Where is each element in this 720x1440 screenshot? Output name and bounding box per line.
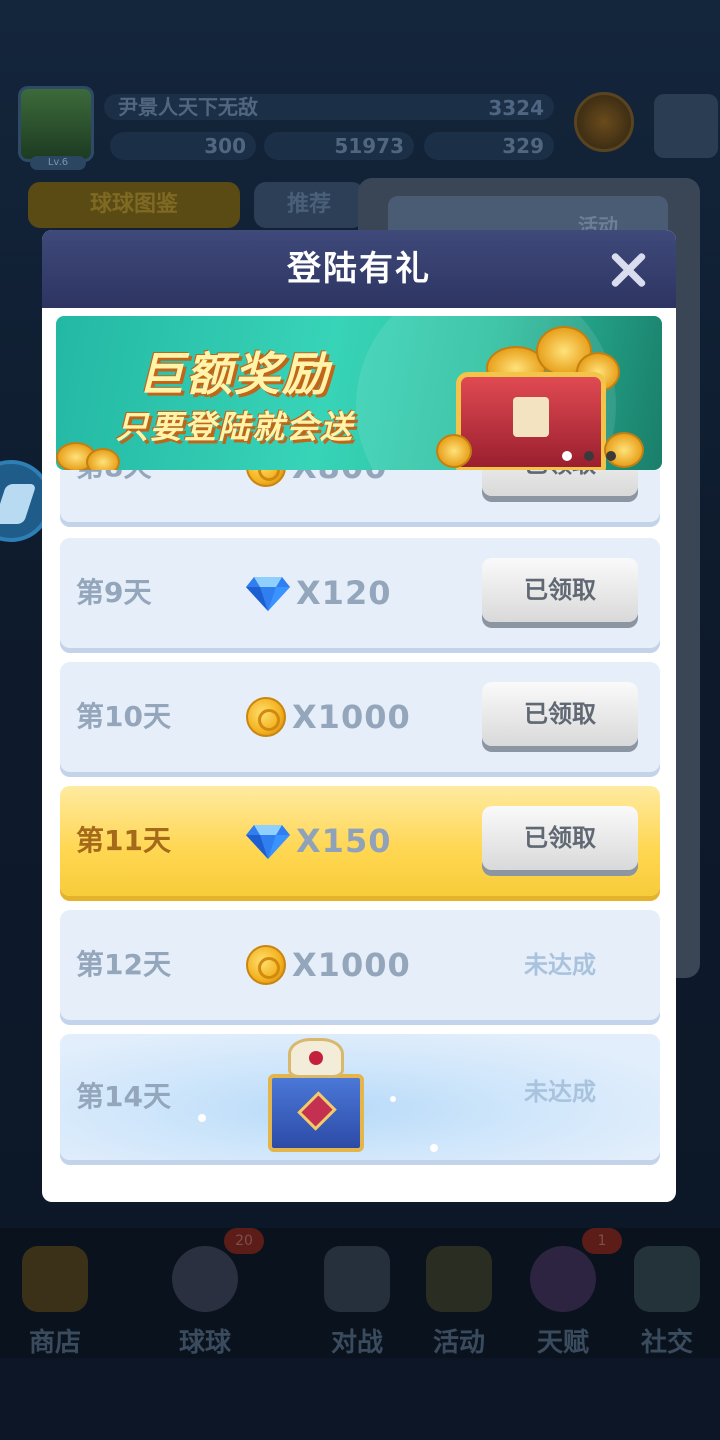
sparkle-icon — [430, 1144, 438, 1152]
claimed-button[interactable]: 已领取 — [482, 806, 638, 870]
sparkle-icon — [390, 1096, 396, 1102]
nav-label: 商店 — [28, 1328, 81, 1358]
nav-label: 天赋 — [536, 1328, 589, 1358]
player-name: 尹景人天下无敌 — [104, 94, 554, 120]
modal-title: 登陆有礼 — [287, 249, 431, 289]
resource-gems: 329 — [424, 132, 554, 160]
bg-pill-right: 推荐 — [254, 182, 364, 228]
status-not-reached: 未达成 — [524, 1078, 596, 1106]
day-label: 第11天 — [76, 824, 171, 857]
social-icon — [634, 1246, 700, 1312]
nav-talent: 1 天赋 — [508, 1228, 622, 1358]
gem-icon — [246, 575, 290, 611]
amount-text: X800 — [292, 470, 387, 486]
coin-icon — [86, 448, 120, 470]
reward-amount: X1000 — [246, 910, 411, 1020]
coin-icon — [246, 945, 286, 985]
trophy-score: 3324 — [488, 96, 544, 120]
bg-pill-left: 球球图鉴 — [28, 182, 240, 228]
nav-label: 活动 — [432, 1328, 485, 1358]
ball-icon — [172, 1246, 238, 1312]
nav-label: 对战 — [330, 1328, 383, 1358]
shop-icon — [22, 1246, 88, 1312]
level-badge: Lv.6 — [30, 156, 86, 170]
reward-amount: X800 — [246, 470, 387, 522]
coin-icon — [246, 470, 286, 487]
reward-list[interactable]: 第8天 X800 已领取 第9天 X120 已领取 第10天 X1000 — [60, 470, 660, 1190]
reward-amount: X120 — [246, 538, 391, 648]
resource-gold: 51973 — [264, 132, 414, 160]
gift-chest-icon[interactable] — [260, 1034, 372, 1160]
reward-row-gift: 第14天 未达成 — [60, 1034, 660, 1160]
claimed-button[interactable]: 已领取 — [482, 558, 638, 622]
day-label: 第12天 — [76, 948, 171, 981]
player-header: Lv.6 尹景人天下无敌 3324 300 51973 329 — [14, 86, 718, 176]
nav-ball: 20 球球 — [150, 1228, 264, 1358]
resource-a: 300 — [110, 132, 256, 160]
sparkle-icon — [198, 1114, 206, 1122]
coin-icon — [246, 697, 286, 737]
day-label: 第8天 — [76, 470, 151, 522]
banner-headline: 巨额奖励 — [138, 347, 330, 401]
reward-amount: X1000 — [246, 662, 411, 772]
nav-battle: 对战 — [302, 1228, 412, 1358]
banner-dot-3[interactable] — [606, 451, 616, 461]
status-not-reached: 未达成 — [524, 951, 596, 979]
banner-subline: 只要登陆就会送 — [116, 408, 355, 446]
amount-text: X1000 — [292, 946, 411, 984]
modal-header: 登陆有礼 — [42, 230, 676, 308]
claimed-button[interactable]: 已领取 — [482, 470, 638, 496]
avatar — [18, 86, 94, 162]
reward-row: 第9天 X120 已领取 — [60, 538, 660, 648]
reward-amount: X150 — [246, 786, 391, 896]
amount-text: X120 — [296, 574, 392, 612]
coin-icon — [436, 434, 472, 468]
amount-text: X150 — [296, 822, 392, 860]
nav-social: 社交 — [612, 1228, 720, 1358]
day-label: 第10天 — [76, 700, 171, 733]
nav-event: 活动 — [404, 1228, 514, 1358]
gem-icon — [246, 823, 290, 859]
claimed-button[interactable]: 已领取 — [482, 682, 638, 746]
reward-row: 第8天 X800 已领取 — [60, 470, 660, 522]
nav-label: 社交 — [640, 1328, 693, 1358]
amount-text: X1000 — [292, 698, 411, 736]
event-icon — [426, 1246, 492, 1312]
bottom-nav: 商店 20 球球 对战 活动 1 天赋 社交 — [0, 1228, 720, 1358]
talent-planet-icon — [530, 1246, 596, 1312]
banner-dot-1[interactable] — [562, 451, 572, 461]
battle-swords-icon — [324, 1246, 390, 1312]
reward-row: 第10天 X1000 已领取 — [60, 662, 660, 772]
nav-shop: 商店 — [0, 1228, 110, 1358]
reward-row: 第12天 X1000 未达成 — [60, 910, 660, 1020]
close-icon[interactable] — [608, 250, 648, 290]
day-label: 第14天 — [76, 1080, 171, 1113]
rank-medal-icon — [574, 92, 634, 152]
nav-badge: 20 — [224, 1228, 264, 1254]
login-reward-modal: 登陆有礼 巨额奖励 只要登陆就会送 第8天 X800 已领取 第9天 — [42, 230, 676, 1202]
banner-dot-2[interactable] — [584, 451, 594, 461]
promo-banner[interactable]: 巨额奖励 只要登陆就会送 — [56, 316, 662, 470]
banner-pagination — [562, 446, 628, 465]
day-label: 第9天 — [76, 576, 152, 609]
reward-row-today: 第11天 X150 已领取 — [60, 786, 660, 896]
menu-icon — [654, 94, 718, 158]
nav-label: 球球 — [178, 1328, 231, 1358]
